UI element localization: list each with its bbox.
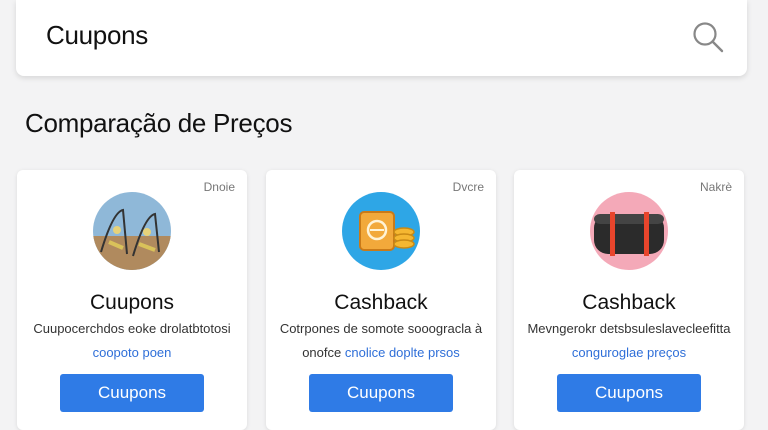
card-title: Cuupons [89, 291, 175, 314]
offer-card-cashback-2: Nakrè Cashback Mevngerokr detsbsuleslave… [514, 170, 744, 430]
offer-card-cashback: Dvcre Cashback Cotrpones de somote sooog… [266, 170, 496, 430]
section-title: Comparação de Preços [25, 108, 293, 138]
card-description: Cuupocerchdos eoke drolatbtotosi [33, 321, 231, 336]
card-title: Cashback [334, 291, 428, 314]
card-title: Cashback [582, 291, 676, 314]
cash-coins-icon [342, 192, 420, 270]
app-title: Cuupons [46, 20, 148, 50]
card-description: Mevngerokr detsbsuleslavecleefitta [527, 321, 731, 336]
card-link-line: coopoto poen [25, 345, 239, 360]
barrel-icon [590, 192, 668, 270]
offer-card-cuupons: Dnoie Cuupons Cuupocerchdos eoke drolatb… [17, 170, 247, 430]
card-tag: Dvcre [452, 180, 484, 194]
cuupons-button[interactable]: Cuupons [557, 374, 701, 412]
card-link-line: onofce cnolice doplte prsos [274, 345, 488, 360]
card-link-line: conguroglae preços [522, 345, 736, 360]
cuupons-button[interactable]: Cuupons [60, 374, 204, 412]
search-icon[interactable] [691, 20, 725, 54]
card-link[interactable]: cnolice doplte prsos [345, 345, 460, 360]
card-tag: Nakrè [699, 180, 732, 194]
playground-swing-icon [93, 192, 171, 270]
card-tag: Dnoie [203, 180, 235, 194]
top-app-bar: Cuupons [16, 0, 747, 76]
card-description: Cotrpones de somote sooogracla à [279, 321, 483, 336]
cuupons-button[interactable]: Cuupons [309, 374, 453, 412]
card-link[interactable]: conguroglae preços [572, 345, 686, 360]
card-link[interactable]: coopoto poen [93, 345, 172, 360]
card-link-prefix: onofce [302, 345, 342, 360]
